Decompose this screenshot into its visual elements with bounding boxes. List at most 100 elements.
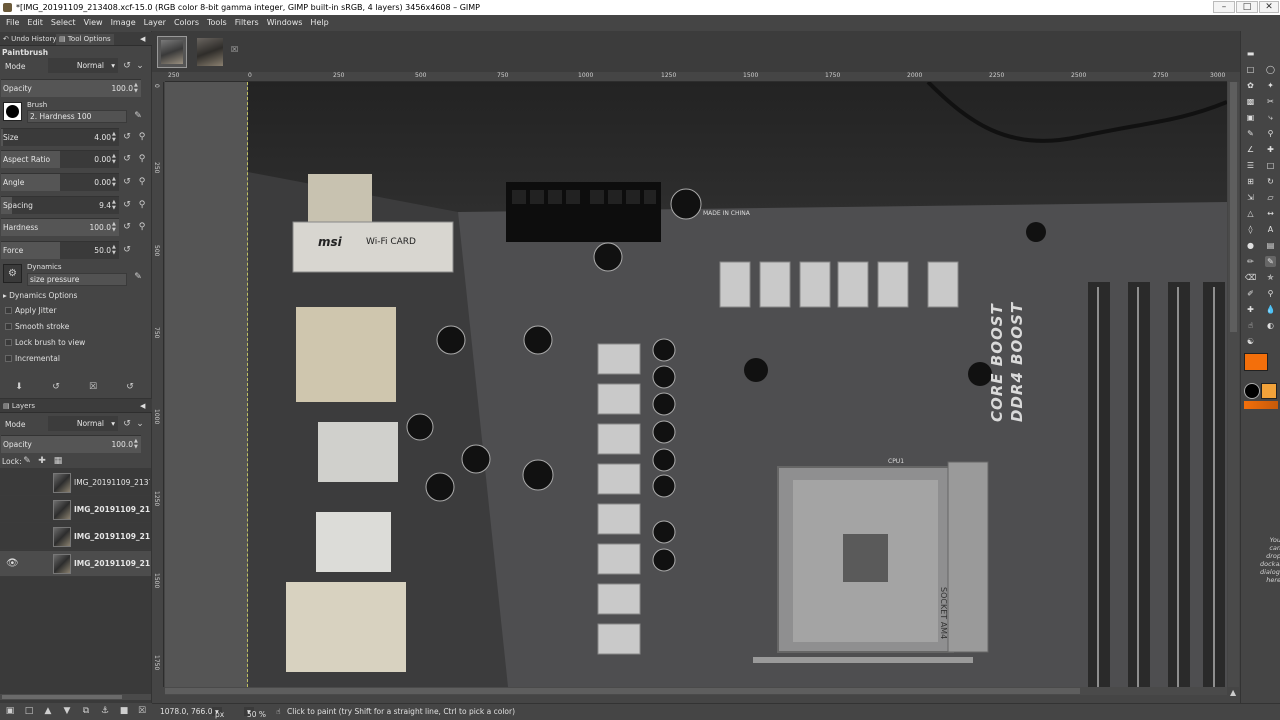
dynamics-field[interactable]: size pressure: [27, 273, 127, 286]
eye-icon[interactable]: 👁: [6, 558, 19, 569]
perspective-icon[interactable]: △: [1245, 208, 1256, 219]
spin-arrows-icon[interactable]: ▲ ▼: [134, 82, 140, 95]
reset-options-icon[interactable]: ↺: [125, 382, 135, 392]
layer-mode-select[interactable]: Normal ▾: [48, 416, 118, 431]
smudge-icon[interactable]: ☝: [1245, 320, 1256, 331]
anchor-layer-icon[interactable]: ⚓: [100, 706, 110, 716]
foreground-color-swatch[interactable]: [1244, 353, 1268, 371]
save-options-icon[interactable]: ⬇: [14, 382, 24, 392]
reset-spacing-icon[interactable]: ↺: [122, 200, 132, 210]
chevron-down-icon[interactable]: ⌄: [135, 419, 145, 429]
mode-select[interactable]: Normal ▾: [48, 58, 118, 73]
dodge-icon[interactable]: ◐: [1265, 320, 1276, 331]
maximize-button[interactable]: □: [1236, 1, 1258, 13]
layer-opacity-slider[interactable]: Opacity 100.0 ▲ ▼: [1, 435, 141, 453]
spin-arrows-icon[interactable]: ▲ ▼: [112, 221, 118, 234]
size-slider[interactable]: Size 4.00 ▲ ▼: [1, 128, 119, 146]
reset-size-icon[interactable]: ↺: [122, 132, 132, 142]
scale-icon[interactable]: ⇲: [1245, 192, 1256, 203]
link-icon[interactable]: ⚲: [137, 177, 147, 187]
scissors-icon[interactable]: ✂: [1265, 96, 1276, 107]
image-canvas[interactable]: msi Wi-Fi CARD MADE IN CHINA CORE BOOST …: [165, 82, 1227, 687]
paintbrush-icon[interactable]: ✎: [1265, 256, 1276, 267]
spacing-slider[interactable]: Spacing 9.4 ▲ ▼: [1, 196, 119, 214]
menu-select[interactable]: Select: [47, 15, 80, 30]
link-icon[interactable]: ⚲: [137, 154, 147, 164]
ink-icon[interactable]: ✐: [1245, 288, 1256, 299]
measure-icon[interactable]: ∠: [1245, 144, 1256, 155]
spin-arrows-icon[interactable]: ▲ ▼: [112, 131, 118, 144]
link-icon[interactable]: ⚲: [137, 222, 147, 232]
lock-pixels-icon[interactable]: ✎: [22, 456, 32, 466]
raise-layer-icon[interactable]: ▲: [43, 706, 53, 716]
zoom-select[interactable]: 50 % ▾: [244, 707, 266, 719]
lock-alpha-icon[interactable]: ▦: [53, 456, 63, 466]
reset-layer-mode-icon[interactable]: ↺: [122, 419, 132, 429]
clone-icon[interactable]: ⚲: [1265, 288, 1276, 299]
brush-name-field[interactable]: 2. Hardness 100: [27, 110, 127, 123]
pencil-icon[interactable]: ✏: [1245, 256, 1256, 267]
menu-colors[interactable]: Colors: [170, 15, 203, 30]
shear-icon[interactable]: ▱: [1265, 192, 1276, 203]
rect-select-icon[interactable]: □: [1245, 64, 1256, 75]
eraser-icon[interactable]: ⌫: [1245, 272, 1256, 283]
restore-options-icon[interactable]: ↺: [51, 382, 61, 392]
delete-options-icon[interactable]: ☒: [88, 382, 98, 392]
background-color-swatch[interactable]: [1261, 383, 1277, 399]
link-icon[interactable]: ⚲: [137, 200, 147, 210]
incremental-checkbox[interactable]: [5, 355, 12, 362]
color-select-icon[interactable]: ▩: [1245, 96, 1256, 107]
warp-icon[interactable]: ☯: [1245, 336, 1256, 347]
unit-select[interactable]: px ▾: [212, 707, 224, 719]
heal-icon[interactable]: ✚: [1245, 304, 1256, 315]
free-select-icon[interactable]: ✿: [1245, 80, 1256, 91]
spin-arrows-icon[interactable]: ▲ ▼: [112, 176, 118, 189]
rotate-icon[interactable]: ↻: [1265, 176, 1276, 187]
edit-dynamics-icon[interactable]: ✎: [133, 272, 143, 282]
text-icon[interactable]: A: [1265, 224, 1276, 235]
crop-icon[interactable]: □: [1265, 160, 1276, 171]
close-icon[interactable]: ☒: [231, 45, 238, 54]
move-icon[interactable]: ✚: [1265, 144, 1276, 155]
mask-icon[interactable]: ■: [119, 706, 129, 716]
foreground-select-icon[interactable]: ▣: [1245, 112, 1256, 123]
vertical-ruler[interactable]: 0 250 500 750 1000 1250 1500 1750: [152, 82, 164, 687]
aspect-ratio-slider[interactable]: Aspect Ratio 0.00 ▲ ▼: [1, 150, 119, 168]
reset-aspect-icon[interactable]: ↺: [122, 154, 132, 164]
gradient-indicator[interactable]: [1244, 401, 1278, 409]
zoom-icon[interactable]: ⚲: [1265, 128, 1276, 139]
unified-transform-icon[interactable]: ⊞: [1245, 176, 1256, 187]
horizontal-scrollbar[interactable]: [165, 687, 1227, 695]
layer-row[interactable]: 👁 IMG_20191109_213: [0, 551, 151, 577]
cage-icon[interactable]: ◊: [1245, 224, 1256, 235]
dynamics-preview[interactable]: ⚙: [3, 264, 22, 283]
tab-tool-options[interactable]: ▤ Tool Options: [56, 34, 114, 45]
lock-brush-checkbox[interactable]: [5, 339, 12, 346]
reset-force-icon[interactable]: ↺: [122, 245, 132, 255]
gradient-icon[interactable]: ▤: [1265, 240, 1276, 251]
airbrush-icon[interactable]: ✯: [1265, 272, 1276, 283]
paths-icon[interactable]: ⤷: [1265, 112, 1276, 123]
delete-layer-icon[interactable]: ☒: [137, 706, 147, 716]
menu-file[interactable]: File: [2, 15, 23, 30]
duplicate-layer-icon[interactable]: ⧉: [81, 706, 91, 716]
menu-windows[interactable]: Windows: [263, 15, 307, 30]
layer-row[interactable]: IMG_20191109_213: [0, 497, 151, 523]
tab-undo-history[interactable]: ↶ Undo History: [3, 34, 57, 45]
minimize-button[interactable]: –: [1213, 1, 1235, 13]
reset-hardness-icon[interactable]: ↺: [122, 222, 132, 232]
layer-row[interactable]: IMG_20191109_213752: [0, 470, 151, 496]
tab-menu-icon[interactable]: ◀: [140, 34, 145, 45]
menu-filters[interactable]: Filters: [231, 15, 263, 30]
smooth-stroke-checkbox[interactable]: [5, 323, 12, 330]
force-slider[interactable]: Force 50.0 ▲ ▼: [1, 241, 119, 259]
chevron-down-icon[interactable]: ⌄: [135, 61, 145, 71]
vertical-scrollbar[interactable]: [1228, 82, 1239, 687]
horizontal-ruler[interactable]: 250 0 250 500 750 1000 1250 1500 1750 20…: [165, 72, 1227, 82]
menu-tools[interactable]: Tools: [203, 15, 231, 30]
lower-layer-icon[interactable]: ▼: [62, 706, 72, 716]
angle-slider[interactable]: Angle 0.00 ▲ ▼: [1, 173, 119, 191]
new-layer-icon[interactable]: □: [24, 706, 34, 716]
navigate-icon[interactable]: ▲: [1230, 688, 1236, 697]
close-button[interactable]: ✕: [1259, 1, 1279, 13]
